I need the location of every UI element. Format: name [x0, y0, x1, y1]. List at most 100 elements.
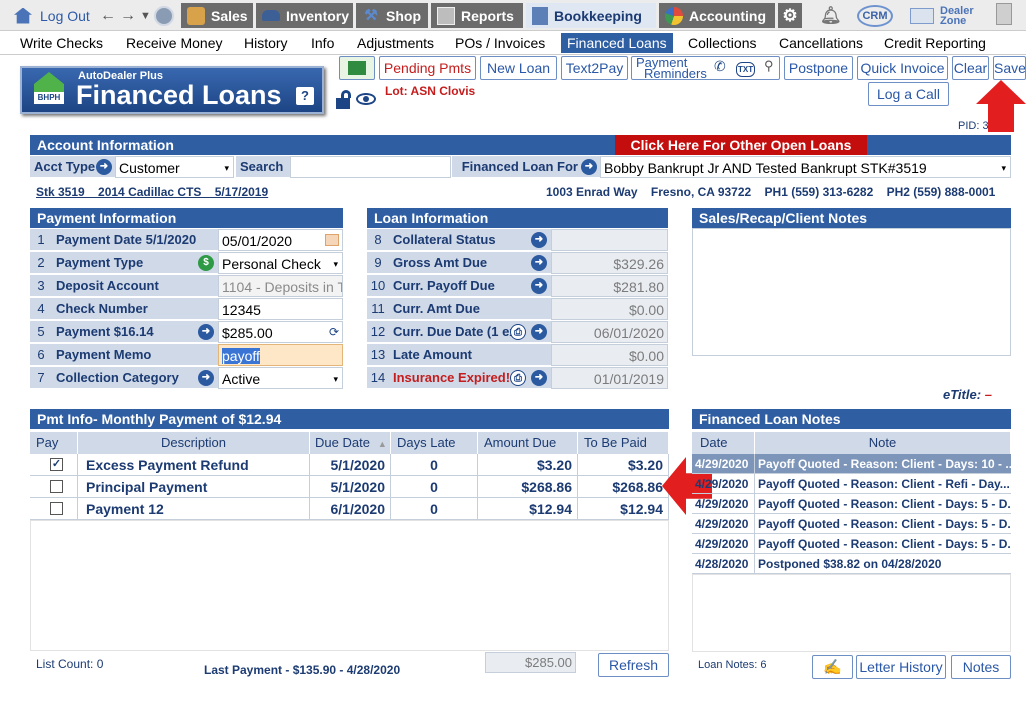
- quick-invoice-button[interactable]: Quick Invoice: [857, 56, 948, 80]
- eye-icon[interactable]: [356, 93, 376, 105]
- lookup-icon[interactable]: ➜: [531, 255, 547, 271]
- nav-inventory[interactable]: Inventory: [256, 3, 353, 28]
- lookup-icon[interactable]: ➜: [96, 159, 112, 175]
- nav-accounting[interactable]: Accounting: [659, 3, 775, 28]
- note-text[interactable]: Payoff Quoted - Reason: Client - Refi - …: [755, 474, 1011, 494]
- log-call-button[interactable]: Log a Call: [868, 82, 949, 106]
- tab-adjustments[interactable]: Adjustments: [351, 33, 440, 53]
- tab-info[interactable]: Info: [305, 33, 340, 53]
- note-date[interactable]: 4/29/2020: [692, 534, 755, 554]
- help-icon[interactable]: ?: [296, 87, 314, 105]
- dealer-zone-link[interactable]: Dealer Zone: [940, 6, 974, 27]
- tab-write-checks[interactable]: Write Checks: [14, 33, 109, 53]
- dealer-zone-icon[interactable]: [910, 3, 936, 28]
- note-date[interactable]: 4/29/2020: [692, 494, 755, 514]
- to-be-paid[interactable]: $12.94: [578, 498, 669, 520]
- note-date[interactable]: 4/29/2020: [692, 514, 755, 534]
- tab-financed-loans[interactable]: Financed Loans: [561, 33, 673, 53]
- unlock-icon[interactable]: [336, 90, 352, 110]
- pay-checkbox[interactable]: ✓: [50, 458, 63, 471]
- payment-field-value[interactable]: 12345: [218, 298, 343, 320]
- user-avatar-icon[interactable]: [154, 3, 176, 28]
- dollar-icon[interactable]: $: [198, 255, 214, 271]
- back-arrow-icon[interactable]: ←: [100, 7, 116, 25]
- loan-field-label-text: Curr. Due Date (1 ex: [393, 324, 517, 339]
- payment-field-value[interactable]: payoff: [218, 344, 343, 366]
- tab-cancellations[interactable]: Cancellations: [773, 33, 869, 53]
- payment-field-value[interactable]: $285.00 ⟳: [218, 321, 343, 343]
- lookup-icon[interactable]: ➜: [531, 324, 547, 340]
- letter-history-button[interactable]: Letter History: [856, 655, 946, 679]
- pay-checkbox-cell: [30, 498, 78, 520]
- other-open-loans-button[interactable]: Click Here For Other Open Loans: [615, 135, 867, 155]
- save-button[interactable]: Save: [993, 56, 1026, 80]
- col-pay: Pay: [30, 432, 78, 454]
- payment-reminders-button[interactable]: Payment Reminders ✆ TXT ⚲: [631, 56, 780, 80]
- loan-field-value: $329.26: [551, 252, 668, 274]
- nav-sales[interactable]: Sales: [181, 3, 253, 28]
- note-date[interactable]: 4/29/2020: [692, 454, 755, 474]
- export-sheet-button[interactable]: [339, 56, 375, 80]
- print-icon[interactable]: ⎙: [510, 370, 526, 386]
- payment-field-value[interactable]: 1104 - Deposits in T: [218, 275, 343, 297]
- col-description: Description: [78, 432, 310, 454]
- nav-shop[interactable]: ⚒ Shop: [356, 3, 428, 28]
- note-text[interactable]: Payoff Quoted - Reason: Client - Days: 5…: [755, 514, 1011, 534]
- search-input[interactable]: [290, 156, 451, 178]
- postpone-button[interactable]: Postpone: [784, 56, 853, 80]
- stock-link[interactable]: Stk 3519 2014 Cadillac CTS 5/17/2019: [36, 185, 268, 199]
- note-text[interactable]: Payoff Quoted - Reason: Client - Days: 5…: [755, 534, 1011, 554]
- financed-for-select[interactable]: Bobby Bankrupt Jr AND Tested Bankrupt ST…: [600, 156, 1011, 178]
- notes-button[interactable]: Notes: [951, 655, 1011, 679]
- payment-field-value[interactable]: Personal Check ▾: [218, 252, 343, 274]
- note-date[interactable]: 4/29/2020: [692, 474, 755, 494]
- tab-history[interactable]: History: [238, 33, 294, 53]
- note-text[interactable]: Postponed $38.82 on 04/28/2020: [755, 554, 1011, 574]
- signature-button[interactable]: ✍: [812, 655, 853, 679]
- to-be-paid[interactable]: $3.20: [578, 454, 669, 476]
- loan-field-label: Curr. Amt Due: [389, 298, 551, 320]
- chevron-down-icon[interactable]: ▼: [140, 10, 151, 22]
- lookup-icon[interactable]: ➜: [198, 370, 214, 386]
- calendar-icon[interactable]: [325, 234, 339, 246]
- to-be-paid[interactable]: $268.86: [578, 476, 669, 498]
- nav-reports[interactable]: Reports: [431, 3, 523, 28]
- payment-field-value[interactable]: 05/01/2020: [218, 229, 343, 251]
- payment-field-value[interactable]: Active ▾: [218, 367, 343, 389]
- crm-button[interactable]: CRM: [857, 5, 893, 27]
- lookup-icon[interactable]: ➜: [531, 278, 547, 294]
- refresh-button[interactable]: Refresh: [598, 653, 669, 677]
- pay-checkbox[interactable]: [50, 502, 63, 515]
- tab-pos-invoices[interactable]: POs / Invoices: [449, 33, 551, 53]
- note-text[interactable]: Payoff Quoted - Reason: Client - Days: 1…: [755, 454, 1011, 474]
- new-loan-button[interactable]: New Loan: [480, 56, 557, 80]
- calculator-icon[interactable]: [996, 3, 1012, 25]
- col-note: Note: [755, 432, 1011, 454]
- tab-collections[interactable]: Collections: [682, 33, 762, 53]
- sales-notes-area[interactable]: [692, 228, 1011, 356]
- acct-type-select[interactable]: Customer ▾: [115, 156, 234, 178]
- nav-bookkeeping[interactable]: Bookkeeping: [526, 3, 656, 28]
- text2pay-button[interactable]: Text2Pay: [561, 56, 628, 80]
- tab-receive-money[interactable]: Receive Money: [120, 33, 229, 53]
- lookup-icon[interactable]: ➜: [581, 159, 597, 175]
- note-text[interactable]: Payoff Quoted - Reason: Client - Days: 5…: [755, 494, 1011, 514]
- lookup-icon[interactable]: ➜: [531, 232, 547, 248]
- print-icon[interactable]: ⎙: [510, 324, 526, 340]
- col-due-date[interactable]: Due Date ▲: [310, 432, 391, 454]
- lookup-icon[interactable]: ➜: [531, 370, 547, 386]
- pending-pmts-button[interactable]: Pending Pmts: [379, 56, 476, 80]
- bell-icon[interactable]: 🔔︎: [820, 3, 842, 28]
- col-date: Date: [692, 432, 755, 454]
- forward-arrow-icon[interactable]: →: [120, 7, 136, 25]
- lookup-icon[interactable]: ➜: [198, 324, 214, 340]
- settings-gear-icon[interactable]: ⚙: [778, 3, 802, 28]
- note-date[interactable]: 4/28/2020: [692, 554, 755, 574]
- clear-button[interactable]: Clear: [952, 56, 989, 80]
- payment-field-value-text: 1104 - Deposits in T: [222, 279, 343, 295]
- financed-for-label: Financed Loan For ➜: [452, 156, 600, 178]
- pay-checkbox[interactable]: [50, 480, 63, 493]
- tab-credit-reporting[interactable]: Credit Reporting: [878, 33, 992, 53]
- logout-button[interactable]: Log Out: [14, 3, 90, 28]
- refresh-icon[interactable]: ⟳: [329, 322, 339, 342]
